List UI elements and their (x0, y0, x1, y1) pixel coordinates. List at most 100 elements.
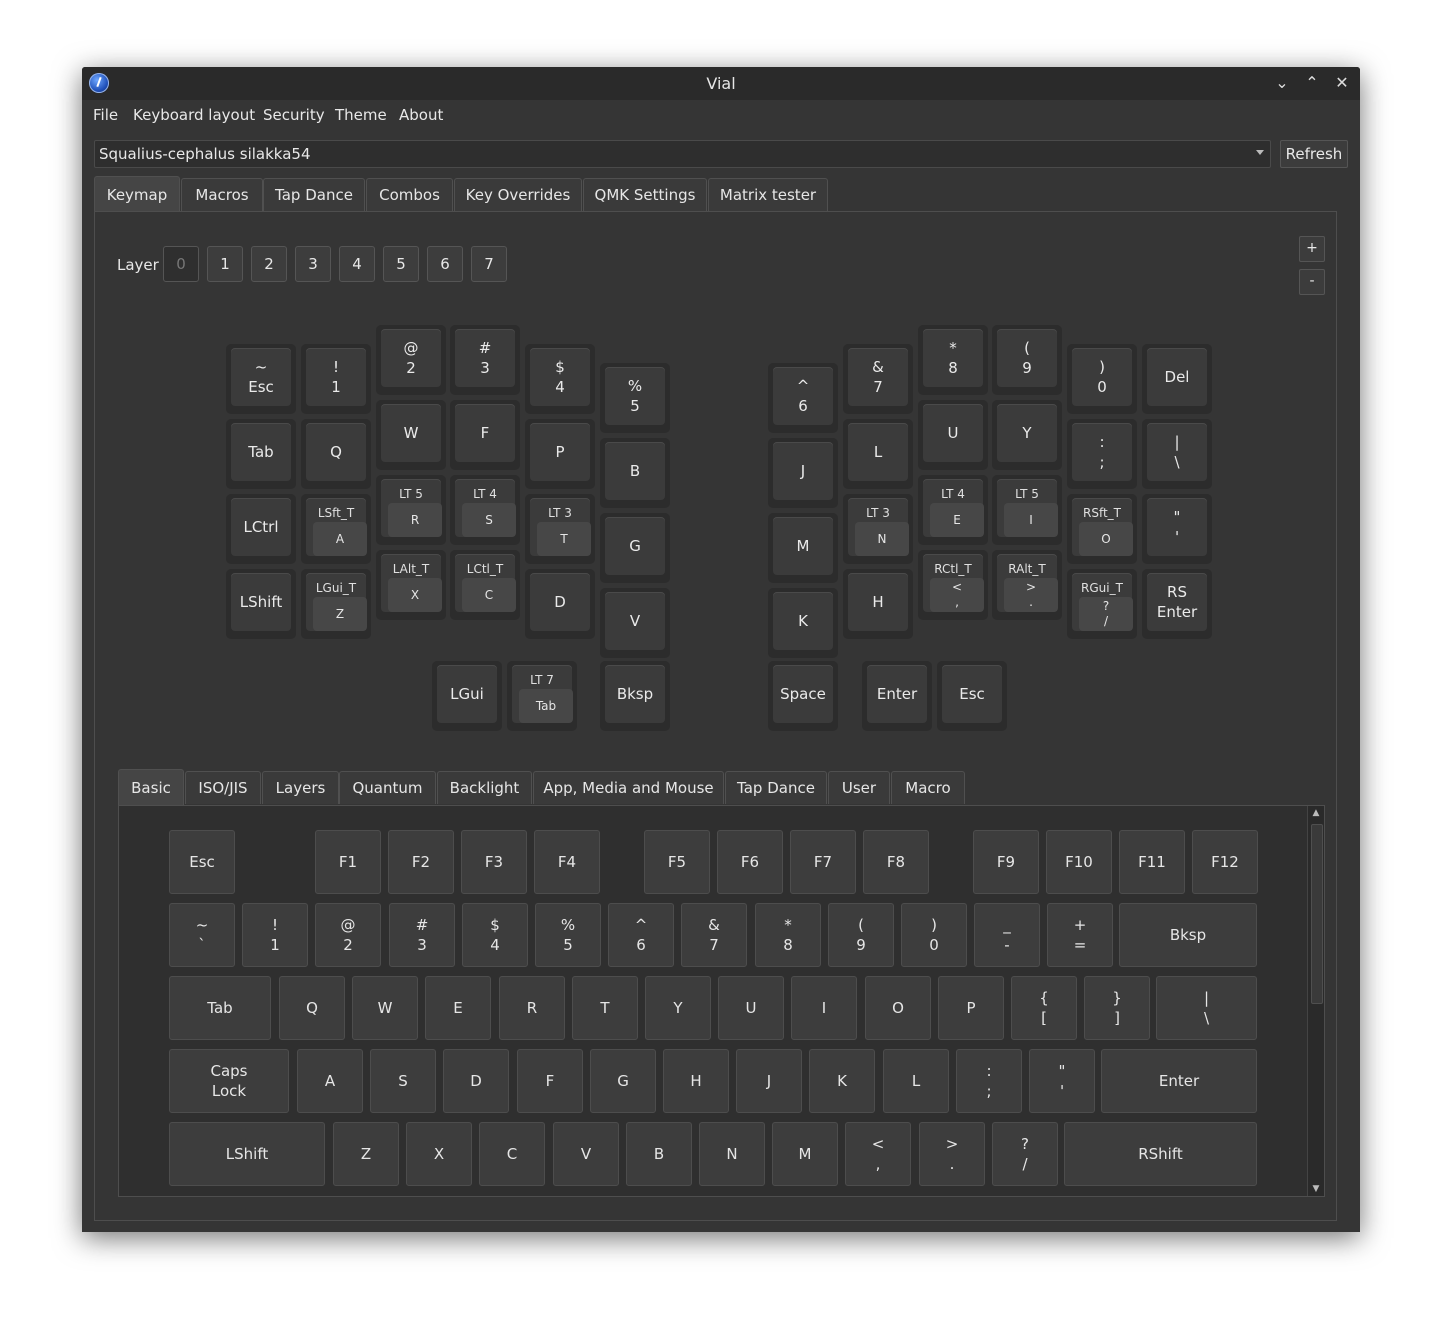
keymap-key-left[interactable]: G (600, 513, 670, 583)
keymap-key-right[interactable]: RGui_T? / (1067, 569, 1137, 639)
keycode-button[interactable]: S (370, 1049, 436, 1113)
keymap-key-left[interactable]: LT 5 R (376, 475, 446, 545)
keycode-button[interactable]: F (517, 1049, 583, 1113)
menu-file[interactable]: File (93, 106, 118, 124)
keymap-key-right[interactable]: Y (992, 400, 1062, 470)
keycode-button[interactable]: E (425, 976, 491, 1040)
keymap-key-left[interactable]: Tab (226, 419, 296, 489)
keycode-button[interactable]: G (590, 1049, 656, 1113)
keycode-button[interactable]: #3 (389, 903, 455, 967)
keycode-button[interactable]: J (736, 1049, 802, 1113)
tab-combos[interactable]: Combos (366, 178, 453, 211)
tab-user[interactable]: User (828, 771, 890, 804)
keymap-key-left[interactable]: ~ Esc (226, 344, 296, 414)
tab-macro[interactable]: Macro (891, 771, 965, 804)
keycode-button[interactable]: F6 (717, 830, 783, 894)
keymap-key-left[interactable]: D (525, 569, 595, 639)
keymap-key-right[interactable]: RAlt_T >. (992, 550, 1062, 620)
keycode-button[interactable]: F11 (1119, 830, 1185, 894)
keycode-button[interactable]: X (406, 1122, 472, 1186)
tab-iso-jis[interactable]: ISO/JIS (185, 771, 261, 804)
keymap-key-right[interactable]: Del (1142, 344, 1212, 414)
keycode-button[interactable]: F12 (1192, 830, 1258, 894)
keymap-key-left[interactable]: LCtl_T C (450, 550, 520, 620)
keycode-button[interactable]: <, (845, 1122, 911, 1186)
keymap-key-left[interactable]: W (376, 400, 446, 470)
keycode-button[interactable]: + = (1047, 903, 1113, 967)
keycode-button[interactable]: ! 1 (242, 903, 308, 967)
keymap-key-right[interactable]: J (768, 438, 838, 508)
keycode-button[interactable]: ^ 6 (608, 903, 674, 967)
keycode-button[interactable]: T (572, 976, 638, 1040)
keycode-button[interactable]: U (718, 976, 784, 1040)
keymap-key-thumb[interactable]: LGui (432, 661, 502, 731)
keycode-button[interactable]: H (663, 1049, 729, 1113)
keycode-button[interactable]: N (699, 1122, 765, 1186)
layer-button-4[interactable]: 4 (339, 246, 375, 282)
keycode-button[interactable]: Bksp (1119, 903, 1257, 967)
remove-layer-button[interactable]: - (1299, 269, 1325, 295)
add-layer-button[interactable]: + (1299, 236, 1325, 262)
layer-button-5[interactable]: 5 (383, 246, 419, 282)
keycode-button[interactable]: F7 (790, 830, 856, 894)
keymap-key-right[interactable]: RS Enter (1142, 569, 1212, 639)
keycode-button[interactable]: Tab (169, 976, 271, 1040)
tab-quantum[interactable]: Quantum (339, 771, 436, 804)
tab-app-media-mouse[interactable]: App, Media and Mouse (533, 771, 724, 804)
layer-button-2[interactable]: 2 (251, 246, 287, 282)
keycode-button[interactable]: F5 (644, 830, 710, 894)
keymap-key-left[interactable]: P (525, 419, 595, 489)
tab-tap-dance-keys[interactable]: Tap Dance (725, 771, 827, 804)
menu-security[interactable]: Security (263, 106, 325, 124)
keycode-button[interactable]: B (626, 1122, 692, 1186)
keycode-button[interactable]: M (772, 1122, 838, 1186)
tab-basic[interactable]: Basic (118, 769, 184, 806)
keymap-key-left[interactable]: @2 (376, 325, 446, 395)
keycode-button[interactable]: }] (1084, 976, 1150, 1040)
keycode-button[interactable]: F8 (863, 830, 929, 894)
layer-button-7[interactable]: 7 (471, 246, 507, 282)
keymap-key-right[interactable]: RCtl_T <, (918, 550, 988, 620)
keycode-button[interactable]: F3 (461, 830, 527, 894)
device-select[interactable]: Squalius-cephalus silakka54 (94, 140, 1271, 168)
keycode-button[interactable]: Z (333, 1122, 399, 1186)
keymap-key-left[interactable]: % 5 (600, 363, 670, 433)
keymap-key-right[interactable]: " ' (1142, 494, 1212, 564)
keycode-button[interactable]: >. (919, 1122, 985, 1186)
keymap-key-right[interactable]: * 8 (918, 325, 988, 395)
tab-macros[interactable]: Macros (181, 178, 263, 211)
keymap-key-left[interactable]: #3 (450, 325, 520, 395)
keycode-button[interactable]: Esc (169, 830, 235, 894)
keycode-button[interactable]: Q (279, 976, 345, 1040)
keycode-button[interactable]: F1 (315, 830, 381, 894)
keymap-key-left[interactable]: $4 (525, 344, 595, 414)
keycode-button[interactable]: $4 (462, 903, 528, 967)
menu-theme[interactable]: Theme (335, 106, 387, 124)
keymap-key-right[interactable]: :; (1067, 419, 1137, 489)
keymap-key-left[interactable]: LGui_T Z (301, 569, 371, 639)
keymap-key-left[interactable]: LT 3 T (525, 494, 595, 564)
layer-button-0[interactable]: 0 (163, 246, 199, 282)
keycode-button[interactable]: Caps Lock (169, 1049, 289, 1113)
keycode-button[interactable]: " ' (1029, 1049, 1095, 1113)
keymap-key-right[interactable]: | \ (1142, 419, 1212, 489)
layer-button-3[interactable]: 3 (295, 246, 331, 282)
keycode-button[interactable]: I (791, 976, 857, 1040)
keycode-button[interactable]: _ - (974, 903, 1040, 967)
keymap-key-right[interactable]: U (918, 400, 988, 470)
keymap-key-right[interactable]: LT 5 I (992, 475, 1062, 545)
keymap-key-left[interactable]: F (450, 400, 520, 470)
keymap-key-left[interactable]: LAlt_T X (376, 550, 446, 620)
keymap-key-left[interactable]: Q (301, 419, 371, 489)
keycode-button[interactable]: O (865, 976, 931, 1040)
keycode-button[interactable]: P (938, 976, 1004, 1040)
keycode-button[interactable]: LShift (169, 1122, 325, 1186)
keymap-key-left[interactable]: LShift (226, 569, 296, 639)
keymap-key-right[interactable]: H (843, 569, 913, 639)
keycode-button[interactable]: F9 (973, 830, 1039, 894)
keycode-button[interactable]: * 8 (755, 903, 821, 967)
title-bar[interactable]: Vial ⌄ ⌃ ✕ (82, 67, 1360, 100)
keymap-key-right[interactable]: ) 0 (1067, 344, 1137, 414)
keycode-button[interactable]: F2 (388, 830, 454, 894)
keycode-button[interactable]: D (443, 1049, 509, 1113)
